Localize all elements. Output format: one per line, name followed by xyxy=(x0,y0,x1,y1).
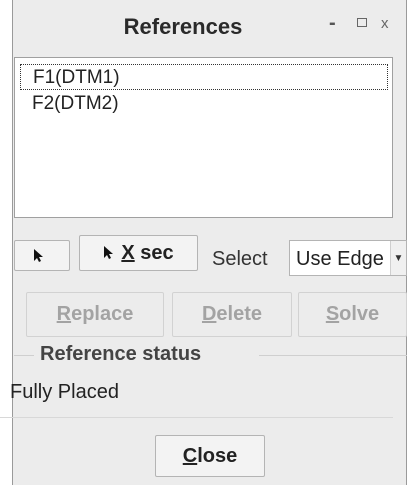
maximize-icon[interactable] xyxy=(357,18,367,27)
select-label: Select xyxy=(212,248,268,270)
minimize-icon[interactable]: - xyxy=(329,12,336,35)
status-divider xyxy=(14,355,36,356)
select-dropdown[interactable]: Use Edge ▼ xyxy=(289,240,407,276)
xsec-button[interactable]: X sec xyxy=(79,235,198,271)
dialog-titlebar: References - x xyxy=(13,0,406,50)
footer-divider xyxy=(0,417,393,418)
delete-label: elete xyxy=(216,303,263,325)
dropdown-arrow-icon[interactable]: ▼ xyxy=(390,241,406,275)
close-button[interactable]: Close xyxy=(155,435,265,477)
references-list[interactable]: F1(DTM1) F2(DTM2) xyxy=(14,57,393,218)
xsec-label: sec xyxy=(134,241,174,264)
replace-mnemonic: R xyxy=(56,303,72,325)
reference-status-value: Fully Placed xyxy=(10,381,119,403)
reference-item[interactable]: F2(DTM2) xyxy=(20,91,388,117)
cursor-arrow-icon xyxy=(104,246,114,259)
select-arrow-button[interactable] xyxy=(14,240,70,271)
close-window-icon[interactable]: x xyxy=(381,15,389,32)
xsec-mnemonic: X xyxy=(121,241,135,264)
cursor-arrow-icon xyxy=(34,248,43,262)
delete-mnemonic: D xyxy=(201,303,217,325)
close-label: lose xyxy=(197,444,238,467)
dialog-title: References xyxy=(123,14,243,39)
solve-label: olve xyxy=(339,303,380,325)
reference-item[interactable]: F1(DTM1) xyxy=(20,64,388,90)
delete-button[interactable]: Delete xyxy=(172,292,292,337)
select-dropdown-value: Use Edge xyxy=(296,248,384,270)
solve-button[interactable]: Solve xyxy=(298,292,407,337)
solve-mnemonic: S xyxy=(325,303,340,325)
status-divider xyxy=(259,355,407,356)
close-mnemonic: C xyxy=(182,444,198,467)
replace-label: eplace xyxy=(71,303,134,325)
replace-button[interactable]: Replace xyxy=(26,292,164,337)
reference-status-heading: Reference status xyxy=(34,343,208,366)
